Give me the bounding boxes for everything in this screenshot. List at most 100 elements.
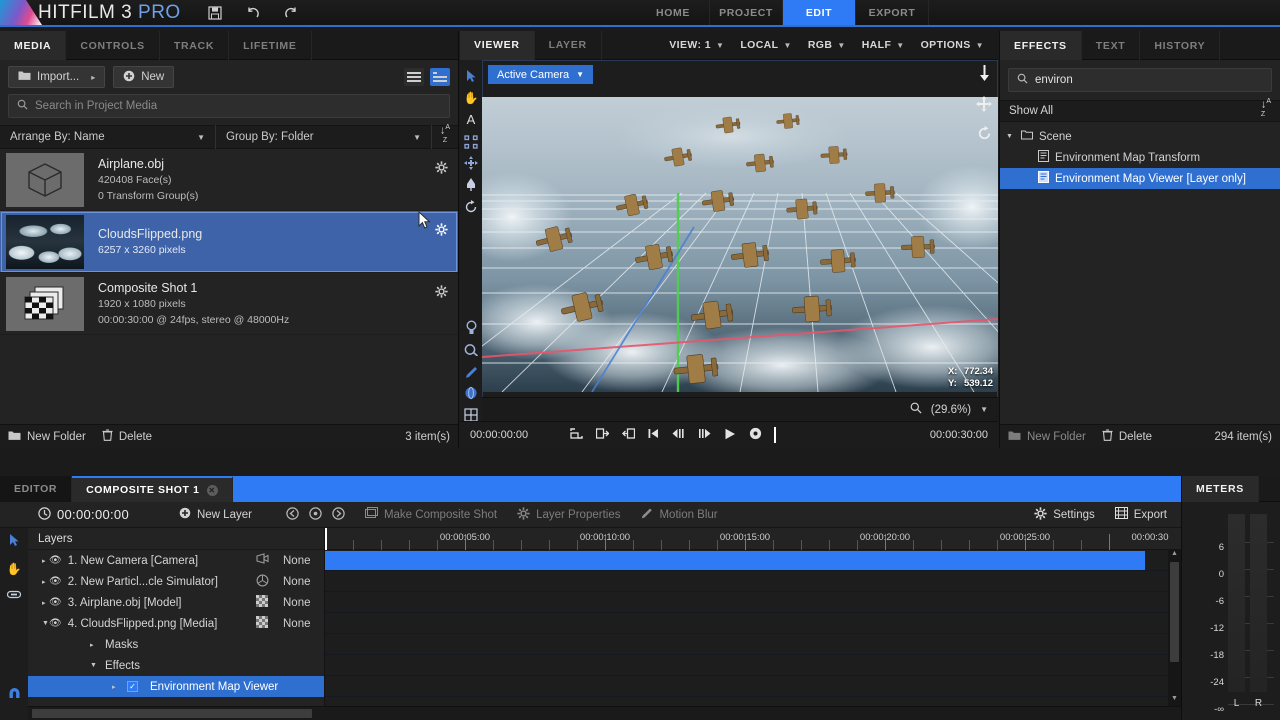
hand-icon[interactable]: ✋ <box>461 87 481 109</box>
mark-in-out-icon[interactable] <box>570 428 583 442</box>
set-out-point-icon[interactable] <box>595 428 610 442</box>
track-row[interactable] <box>325 551 1181 634</box>
tab-lifetime[interactable]: LIFETIME <box>229 31 312 60</box>
eye-icon[interactable]: 👁 <box>49 597 62 608</box>
viewer-view-dropdown[interactable]: VIEW: 1 ▼ <box>661 31 732 60</box>
viewer-options-dropdown[interactable]: OPTIONS ▼ <box>913 31 992 60</box>
chevron-right-icon[interactable]: ▸ <box>90 641 99 649</box>
scroll-up-icon[interactable]: ▲ <box>1171 550 1178 561</box>
new-button[interactable]: New <box>113 66 175 88</box>
layer-row-airplane-obj[interactable]: ▸ 👁 3. Airplane.obj [Model] None <box>28 592 324 613</box>
rotate-icon[interactable] <box>461 196 481 218</box>
track-row[interactable] <box>325 634 1181 655</box>
add-keyframe-icon[interactable] <box>309 506 322 523</box>
undo-icon[interactable] <box>243 3 263 23</box>
menu-item-edit[interactable]: EDIT <box>783 0 856 25</box>
import-button[interactable]: Import... ▸ <box>8 66 106 88</box>
viewer-quality-dropdown[interactable]: HALF ▼ <box>854 31 913 60</box>
timeline-ruler[interactable]: 00:00:05:00 00:00:10:00 00:00:15:00 00:0… <box>325 528 1181 550</box>
sphere-icon[interactable] <box>461 382 481 404</box>
tab-viewer[interactable]: VIEWER <box>460 30 535 60</box>
tab-text[interactable]: TEXT <box>1082 31 1141 60</box>
gear-icon[interactable] <box>435 223 448 236</box>
next-keyframe-icon[interactable] <box>332 506 345 523</box>
tab-editor[interactable]: EDITOR <box>0 476 73 502</box>
sort-order-icon[interactable]: ↓A Z <box>1261 98 1271 123</box>
timeline-horizontal-scrollbar[interactable] <box>28 706 1181 720</box>
tab-media[interactable]: MEDIA <box>0 31 67 60</box>
eye-icon[interactable]: 👁 <box>49 618 62 629</box>
effects-search-input[interactable] <box>1035 74 1263 86</box>
previous-frame-icon[interactable] <box>672 428 685 442</box>
timeline-export-button[interactable]: Export <box>1105 507 1181 523</box>
effects-tree-item-environment-map-transform[interactable]: Environment Map Transform <box>1000 147 1280 168</box>
anchor-point-icon[interactable] <box>461 131 481 153</box>
zoom-search-icon[interactable] <box>910 402 922 417</box>
select-arrow-icon[interactable] <box>9 533 20 550</box>
chevron-down-icon[interactable]: ▼ <box>34 620 49 627</box>
layer-row-cloudsflipped-png[interactable]: ▼ 👁 4. CloudsFlipped.png [Media] None <box>28 613 324 634</box>
list-view-icon[interactable] <box>404 68 424 86</box>
track-row[interactable] <box>325 655 1181 676</box>
eye-icon[interactable]: 👁 <box>49 555 62 566</box>
chevron-right-icon[interactable]: ▸ <box>34 578 46 586</box>
track-row[interactable] <box>325 676 1181 697</box>
media-delete-button[interactable]: Delete <box>102 429 152 444</box>
move-icon[interactable] <box>461 152 481 174</box>
magnet-icon[interactable] <box>7 686 22 704</box>
tab-effects[interactable]: EFFECTS <box>1000 31 1082 60</box>
menu-item-export[interactable]: EXPORT <box>856 0 929 25</box>
track-row[interactable] <box>325 551 1181 613</box>
layer-blend-mode[interactable]: None <box>283 576 311 588</box>
scroll-down-icon[interactable]: ▼ <box>1171 695 1178 706</box>
hand-icon[interactable]: ✋ <box>7 562 22 576</box>
media-list[interactable]: Airplane.obj 420408 Face(s) 0 Transform … <box>0 149 458 434</box>
text-icon[interactable]: A <box>461 109 481 131</box>
menu-item-home[interactable]: HOME <box>637 0 710 25</box>
layer-row-effects[interactable]: ▼ Effects <box>28 655 324 676</box>
tab-composite-shot-1[interactable]: COMPOSITE SHOT 1 ✕ <box>72 476 233 502</box>
media-item-airplane[interactable]: Airplane.obj 420408 Face(s) 0 Transform … <box>0 149 458 211</box>
make-composite-shot-button[interactable]: Make Composite Shot <box>355 507 507 522</box>
slip-icon[interactable] <box>6 588 22 602</box>
chevron-right-icon[interactable]: ▸ <box>112 683 121 691</box>
layer-row-environment-map-viewer[interactable]: ▸ ✓ Environment Map Viewer <box>28 676 324 697</box>
menu-item-project[interactable]: PROJECT <box>710 0 783 25</box>
new-layer-button[interactable]: New Layer <box>169 507 262 522</box>
effects-tree[interactable]: ▼ Scene Environment Map Transform Enviro… <box>1000 122 1280 189</box>
active-camera-dropdown[interactable]: Active Camera ▼ <box>488 65 594 84</box>
track-clip-bar-selected[interactable] <box>325 551 1145 570</box>
timeline-timecode[interactable]: 00:00:00:00 <box>57 507 129 522</box>
effects-delete-button[interactable]: Delete <box>1102 429 1152 444</box>
record-icon[interactable] <box>749 427 762 443</box>
media-new-folder-button[interactable]: New Folder <box>8 430 86 444</box>
viewer-3d-scene[interactable] <box>482 97 998 392</box>
save-icon[interactable] <box>205 3 225 23</box>
chevron-down-icon[interactable]: ▼ <box>90 662 99 669</box>
viewer-channel-dropdown[interactable]: RGB ▼ <box>800 31 854 60</box>
select-arrow-icon[interactable] <box>461 65 481 87</box>
eye-icon[interactable]: 👁 <box>49 576 62 587</box>
layer-properties-button[interactable]: Layer Properties <box>507 506 630 523</box>
close-icon[interactable]: ✕ <box>206 484 218 496</box>
chevron-down-icon[interactable]: ▼ <box>980 405 988 414</box>
timeline-tracks[interactable] <box>325 550 1181 697</box>
light-icon[interactable] <box>461 317 481 339</box>
sort-order-icon[interactable]: ↓A Z <box>432 124 458 149</box>
timeline-settings-button[interactable]: Settings <box>1024 506 1105 523</box>
effects-search-box[interactable] <box>1008 68 1272 92</box>
effects-new-folder-button[interactable]: New Folder <box>1008 430 1086 444</box>
effects-show-all-row[interactable]: Show All ↓A Z <box>1000 98 1280 123</box>
layer-blend-mode[interactable]: None <box>283 618 311 630</box>
tab-controls[interactable]: CONTROLS <box>66 31 160 60</box>
reset-rotate-icon[interactable] <box>977 126 992 144</box>
transport-scrub-track[interactable] <box>774 427 930 443</box>
tab-track[interactable]: TRACK <box>160 31 230 60</box>
viewer-space-dropdown[interactable]: LOCAL ▼ <box>732 31 800 60</box>
layer-row-new-camera[interactable]: ▸ 👁 1. New Camera [Camera] None <box>28 550 324 571</box>
tab-meters[interactable]: METERS <box>1182 476 1259 502</box>
track-row[interactable] <box>325 551 1181 592</box>
timeline-track-area[interactable]: 00:00:05:00 00:00:10:00 00:00:15:00 00:0… <box>325 528 1181 720</box>
play-icon[interactable] <box>724 428 736 443</box>
gear-icon[interactable] <box>435 161 448 174</box>
